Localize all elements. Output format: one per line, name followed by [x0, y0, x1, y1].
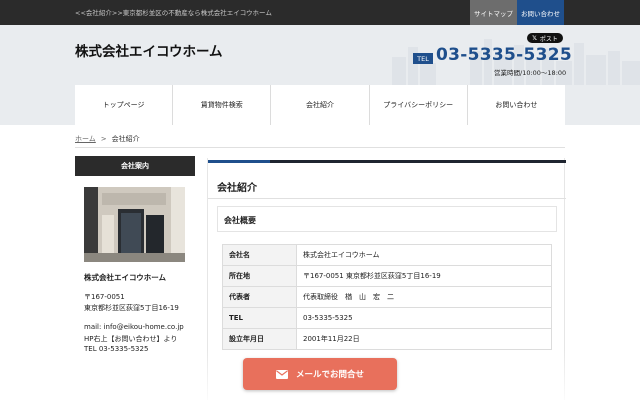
- global-nav-wrapper: トップページ 賃貸物件検索 会社紹介 プライバシーポリシー お問い合わせ: [0, 85, 640, 125]
- global-nav: トップページ 賃貸物件検索 会社紹介 プライバシーポリシー お問い合わせ: [75, 85, 565, 125]
- sitemap-link[interactable]: サイトマップ: [470, 0, 517, 25]
- top-breadcrumb-text: <<会社紹介>>東京都杉並区の不動産なら株式会社エイコウホーム: [75, 9, 272, 17]
- mail-contact-button[interactable]: メールでお問合せ: [243, 358, 397, 390]
- title-accent-bar: [208, 160, 270, 163]
- breadcrumb: ホーム > 会社紹介: [75, 134, 140, 144]
- row-label: TEL: [222, 307, 297, 329]
- row-label: 会社名: [222, 244, 297, 266]
- site-header: 株式会社エイコウホーム 𝕏 ポスト TEL 03-5335-5325 営業時間/…: [0, 25, 640, 85]
- x-post-button[interactable]: 𝕏 ポスト: [527, 33, 563, 43]
- table-row: TEL 03-5335-5325: [222, 307, 552, 329]
- row-label: 代表者: [222, 286, 297, 308]
- nav-item-contact[interactable]: お問い合わせ: [468, 85, 565, 125]
- sidebar-mail[interactable]: mail: info@eikou-home.co.jp: [84, 323, 184, 331]
- company-logo-title[interactable]: 株式会社エイコウホーム: [75, 40, 223, 60]
- breadcrumb-separator: >: [100, 135, 107, 143]
- sidebar-hp-note: HP右上【お問い合わせ】より: [84, 335, 178, 343]
- company-info-table: 会社名 株式会社エイコウホーム 所在地 〒167-0051 東京都杉並区荻窪5丁…: [222, 244, 552, 350]
- table-row: 代表者 代表取締役 楢 山 宏 二: [222, 286, 552, 308]
- page-title: 会社紹介: [217, 183, 257, 194]
- sidebar-company-name: 株式会社エイコウホーム: [84, 273, 166, 282]
- top-bar: <<会社紹介>>東京都杉並区の不動産なら株式会社エイコウホーム サイトマップ お…: [0, 0, 640, 25]
- tel-badge: TEL: [413, 53, 433, 64]
- row-value: 2001年11月22日: [296, 328, 552, 350]
- section-header: 会社概要: [217, 206, 557, 232]
- row-label: 設立年月日: [222, 328, 297, 350]
- row-value: 代表取締役 楢 山 宏 二: [296, 286, 552, 308]
- breadcrumb-divider: [75, 147, 565, 148]
- nav-item-top[interactable]: トップページ: [75, 85, 174, 125]
- sidebar-address: 東京都杉並区荻窪5丁目16-19: [84, 304, 179, 312]
- mail-contact-label: メールでお問合せ: [295, 370, 364, 380]
- top-contact-link[interactable]: お問い合わせ: [517, 0, 564, 25]
- x-icon: 𝕏: [532, 34, 537, 42]
- title-divider: [208, 198, 566, 199]
- table-row: 設立年月日 2001年11月22日: [222, 328, 552, 350]
- nav-item-company[interactable]: 会社紹介: [271, 85, 370, 125]
- nav-item-rental-search[interactable]: 賃貸物件検索: [173, 85, 272, 125]
- row-label: 所在地: [222, 265, 297, 287]
- breadcrumb-current: 会社紹介: [111, 135, 140, 143]
- office-building-photo: [84, 187, 185, 262]
- header-phone-number[interactable]: 03-5335-5325: [436, 45, 572, 65]
- row-value: 〒167-0051 東京都杉並区荻窪5丁目16-19: [296, 265, 552, 287]
- business-hours: 営業時間/10:00～18:00: [494, 69, 567, 77]
- breadcrumb-home-link[interactable]: ホーム: [75, 135, 96, 143]
- section-title: 会社概要: [224, 216, 256, 225]
- table-row: 会社名 株式会社エイコウホーム: [222, 244, 552, 266]
- sidebar-heading: 会社案内: [75, 156, 195, 176]
- row-value: 03-5335-5325: [296, 307, 552, 329]
- envelope-icon: [275, 369, 288, 379]
- row-value: 株式会社エイコウホーム: [296, 244, 552, 266]
- x-post-label: ポスト: [539, 35, 558, 43]
- sidebar-postal-code: 〒167-0051: [84, 293, 125, 301]
- table-row: 所在地 〒167-0051 東京都杉並区荻窪5丁目16-19: [222, 265, 552, 287]
- nav-item-privacy-policy[interactable]: プライバシーポリシー: [370, 85, 468, 125]
